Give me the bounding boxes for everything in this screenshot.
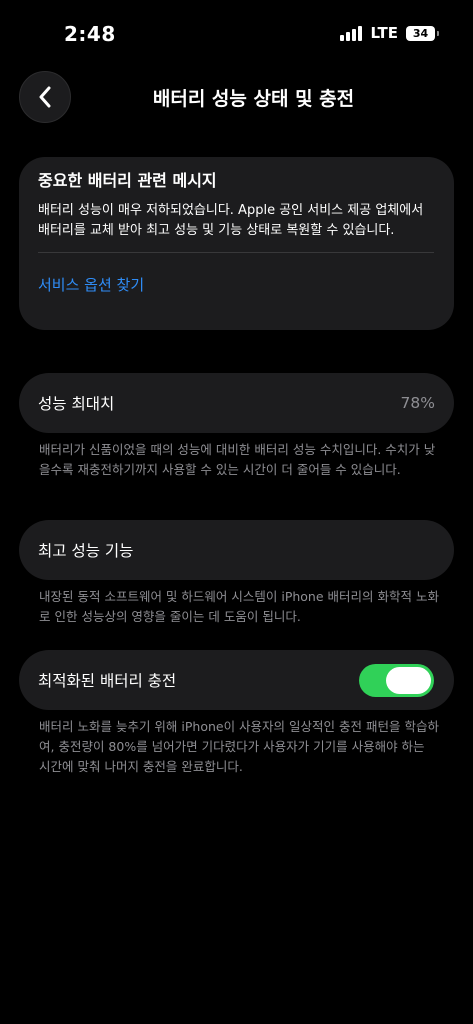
- status-time: 2:48: [64, 22, 116, 46]
- battery-level-text: 34: [412, 26, 429, 40]
- optimized-charging-label: 최적화된 배터리 충전: [38, 672, 177, 690]
- network-type-label: LTE: [370, 24, 398, 42]
- battery-icon: 34: [406, 25, 439, 41]
- optimized-charging-footnote: 배터리 노화를 늦추기 위해 iPhone이 사용자의 일상적인 충전 패턴을 …: [39, 719, 439, 774]
- navigation-bar: 배터리 성능 상태 및 충전: [0, 70, 473, 126]
- optimized-charging-row: 최적화된 배터리 충전: [19, 650, 454, 710]
- maximum-capacity-value: 78%: [400, 394, 435, 412]
- find-service-options-link[interactable]: 서비스 옵션 찾기: [38, 274, 144, 295]
- important-battery-message-card: 중요한 배터리 관련 메시지 배터리 성능이 매우 저하되었습니다. Apple…: [19, 157, 454, 330]
- maximum-capacity-row: 성능 최대치 78%: [19, 373, 454, 433]
- optimized-charging-toggle[interactable]: [359, 663, 434, 697]
- cellular-signal-icon: [340, 25, 363, 41]
- status-bar: 2:48 LTE 34: [0, 0, 473, 60]
- status-indicators: LTE 34: [340, 24, 439, 42]
- peak-performance-row[interactable]: 최고 성능 기능: [19, 520, 454, 580]
- peak-performance-label: 최고 성능 기능: [38, 542, 134, 560]
- toggle-knob: [386, 666, 431, 694]
- page-title: 배터리 성능 상태 및 충전: [152, 88, 355, 110]
- message-body: 배터리 성능이 매우 저하되었습니다. Apple 공인 서비스 제공 업체에서…: [38, 203, 424, 238]
- maximum-capacity-footnote: 배터리가 신품이었을 때의 성능에 대비한 배터리 성능 수치입니다. 수치가 …: [39, 442, 436, 477]
- peak-performance-footnote: 내장된 동적 소프트웨어 및 하드웨어 시스템이 iPhone 배터리의 화학적…: [39, 589, 439, 624]
- divider: [38, 252, 434, 253]
- maximum-capacity-label: 성능 최대치: [38, 395, 115, 413]
- message-title: 중요한 배터리 관련 메시지: [38, 171, 217, 190]
